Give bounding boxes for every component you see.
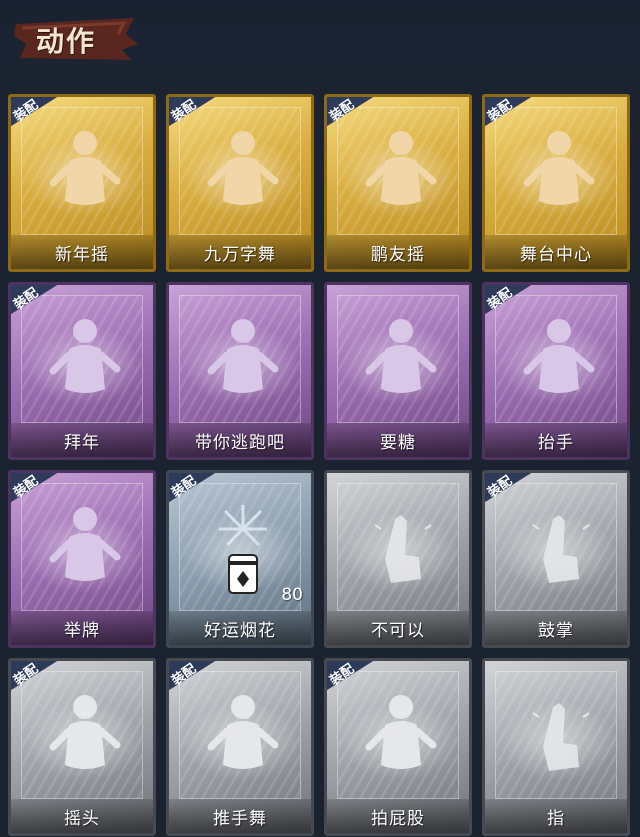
emote-card[interactable]: 拜年 装配 xyxy=(8,282,156,460)
figure-pat-icon xyxy=(361,687,441,787)
emote-name: 舞台中心 xyxy=(520,244,592,265)
card-name-bar: 九万字舞 xyxy=(169,235,311,269)
emote-card[interactable]: 不可以 xyxy=(324,470,472,648)
firework-icon xyxy=(203,499,283,599)
card-name-bar: 拜年 xyxy=(11,423,153,457)
emote-name: 好运烟花 xyxy=(204,620,276,641)
emote-name: 不可以 xyxy=(371,620,425,641)
emote-name: 新年摇 xyxy=(55,244,109,265)
emote-name: 带你逃跑吧 xyxy=(195,432,285,453)
header: 动作 xyxy=(0,0,640,84)
figure-bow-icon xyxy=(45,311,125,411)
emote-name: 指 xyxy=(547,808,565,829)
emote-name: 举牌 xyxy=(64,620,100,641)
clap-icon xyxy=(519,499,599,599)
emote-name: 鼓掌 xyxy=(538,620,574,641)
equipped-badge: 装配 xyxy=(327,661,378,692)
equipped-badge: 装配 xyxy=(11,285,62,316)
equipped-badge: 装配 xyxy=(169,97,220,128)
page-title: 动作 xyxy=(36,25,97,58)
emote-name: 推手舞 xyxy=(213,808,267,829)
emote-card[interactable]: 鹏友摇 装配 xyxy=(324,94,472,272)
emote-name: 要糖 xyxy=(380,432,416,453)
equipped-badge: 装配 xyxy=(327,97,378,128)
figure-shaking-icon xyxy=(45,123,125,223)
card-name-bar: 推手舞 xyxy=(169,799,311,833)
card-name-bar: 摇头 xyxy=(11,799,153,833)
equipped-badge: 装配 xyxy=(11,97,62,128)
emote-name: 九万字舞 xyxy=(204,244,276,265)
figure-sign-icon xyxy=(45,499,125,599)
card-name-bar: 举牌 xyxy=(11,611,153,645)
figure-shake-head-icon xyxy=(45,687,125,787)
equipped-badge: 装配 xyxy=(11,661,62,692)
card-name-bar: 指 xyxy=(485,799,627,833)
emote-name: 拍屁股 xyxy=(371,808,425,829)
card-name-bar: 好运烟花 xyxy=(169,611,311,645)
figure-ask-icon xyxy=(361,311,441,411)
card-name-bar: 舞台中心 xyxy=(485,235,627,269)
figure-raise-hand-icon xyxy=(519,311,599,411)
card-name-bar: 带你逃跑吧 xyxy=(169,423,311,457)
emote-card[interactable]: 拍屁股 装配 xyxy=(324,658,472,836)
emote-card[interactable]: 鼓掌 装配 xyxy=(482,470,630,648)
emote-card[interactable]: 抬手 装配 xyxy=(482,282,630,460)
emote-card[interactable]: 舞台中心 装配 xyxy=(482,94,630,272)
emote-card[interactable]: 举牌 装配 xyxy=(8,470,156,648)
figure-star-icon xyxy=(519,123,599,223)
emote-card[interactable]: 指 xyxy=(482,658,630,836)
emote-card[interactable]: 九万字舞 装配 xyxy=(166,94,314,272)
equipped-badge: 装配 xyxy=(485,473,536,504)
emote-name: 抬手 xyxy=(538,432,574,453)
emote-card[interactable]: 80 好运烟花 装配 xyxy=(166,470,314,648)
emote-card[interactable]: 推手舞 装配 xyxy=(166,658,314,836)
card-name-bar: 要糖 xyxy=(327,423,469,457)
equipped-badge: 装配 xyxy=(11,473,62,504)
item-count: 80 xyxy=(281,585,303,605)
card-name-bar: 新年摇 xyxy=(11,235,153,269)
card-name-bar: 鹏友摇 xyxy=(327,235,469,269)
equipped-badge: 装配 xyxy=(169,473,220,504)
figure-wave-icon xyxy=(361,123,441,223)
card-name-bar: 鼓掌 xyxy=(485,611,627,645)
point-hand-icon xyxy=(519,687,599,787)
figure-point-icon xyxy=(203,311,283,411)
finger-no-icon xyxy=(361,499,441,599)
card-name-bar: 抬手 xyxy=(485,423,627,457)
emote-grid: 新年摇 装配 九万字舞 装配 鹏友摇 装配 舞台中心 装配 拜年 装配 带你逃跑吧 要糖 … xyxy=(0,88,640,837)
equipped-badge: 装配 xyxy=(169,661,220,692)
figure-dancing-icon xyxy=(203,123,283,223)
emote-card[interactable]: 带你逃跑吧 xyxy=(166,282,314,460)
emote-card[interactable]: 摇头 装配 xyxy=(8,658,156,836)
emote-name: 摇头 xyxy=(64,808,100,829)
figure-push-dance-icon xyxy=(203,687,283,787)
equipped-badge: 装配 xyxy=(485,285,536,316)
equipped-badge: 装配 xyxy=(485,97,536,128)
card-name-bar: 拍屁股 xyxy=(327,799,469,833)
emote-card[interactable]: 新年摇 装配 xyxy=(8,94,156,272)
emote-name: 拜年 xyxy=(64,432,100,453)
emote-name: 鹏友摇 xyxy=(371,244,425,265)
emote-card[interactable]: 要糖 xyxy=(324,282,472,460)
card-name-bar: 不可以 xyxy=(327,611,469,645)
title-banner: 动作 xyxy=(14,14,140,64)
